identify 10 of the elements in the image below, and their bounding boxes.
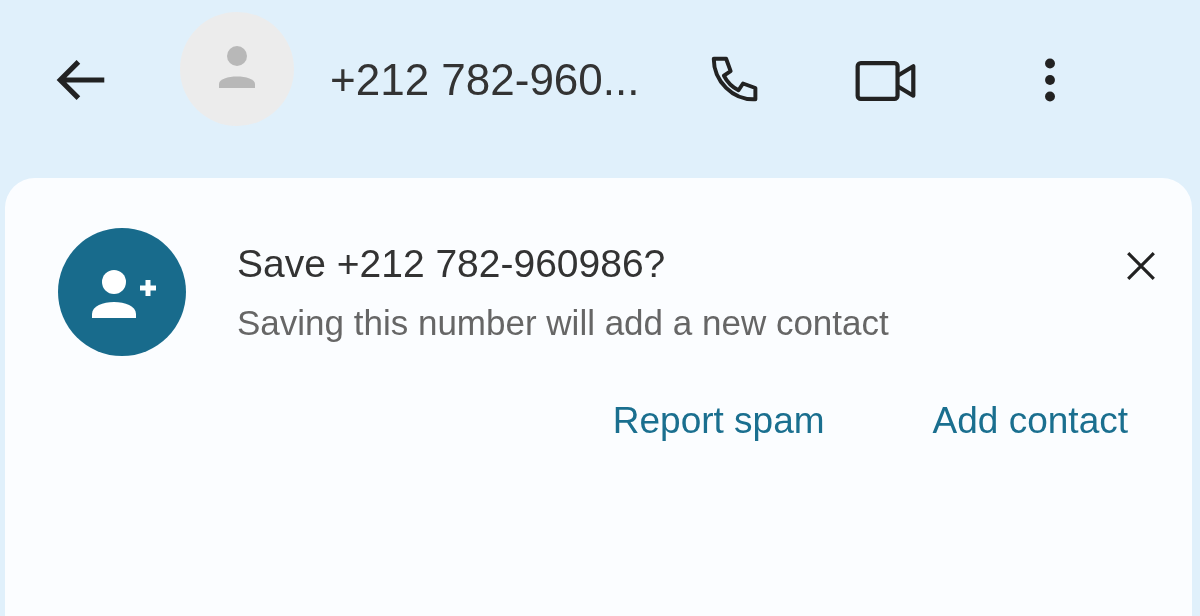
prompt-message: Saving this number will add a new contact xyxy=(237,302,890,344)
action-button[interactable]: Add contact xyxy=(928,394,1132,448)
contact-number: +212 782-960... xyxy=(330,55,640,105)
close-icon[interactable] xyxy=(1125,250,1157,282)
avatar-icon xyxy=(180,12,294,126)
add-contact-icon xyxy=(58,228,186,356)
back-icon[interactable] xyxy=(55,58,107,102)
more-options-icon[interactable] xyxy=(1044,58,1057,102)
action-button[interactable]: Report spam xyxy=(608,394,829,448)
prompt-title: Save +212 782-960986? xyxy=(237,242,667,286)
